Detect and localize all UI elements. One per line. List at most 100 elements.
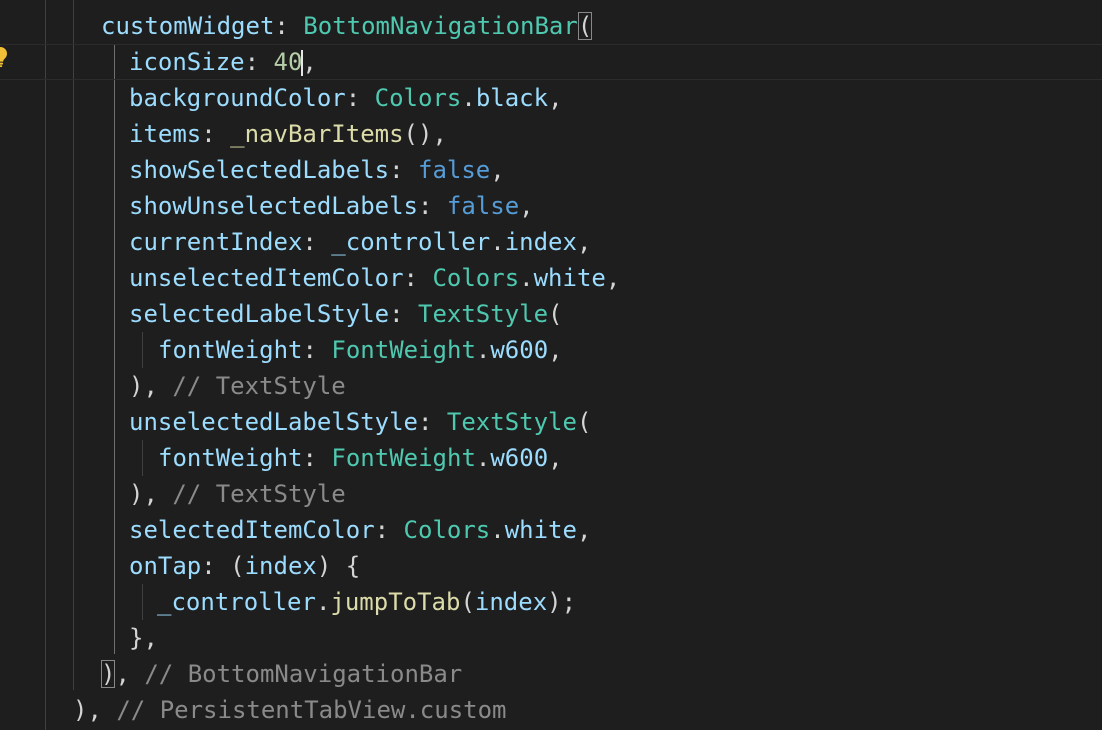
code-token: onTap	[129, 552, 202, 580]
code-text[interactable]: _controller.jumpToTab(index);	[157, 584, 576, 620]
code-token: black	[475, 84, 549, 112]
code-token: Colors	[432, 264, 520, 292]
code-text[interactable]: onTap: (index) {	[129, 548, 360, 584]
code-token: (	[460, 588, 475, 616]
code-line[interactable]: unselectedLabelStyle: TextStyle(	[0, 404, 1102, 440]
code-line-current[interactable]: iconSize: 40,	[0, 44, 1102, 80]
code-token: ) {	[316, 552, 361, 580]
code-text[interactable]: unselectedItemColor: Colors.white,	[129, 260, 620, 296]
code-text[interactable]: },	[129, 620, 158, 656]
code-token: :	[417, 408, 447, 436]
code-token: w600	[490, 336, 549, 364]
code-token: ),	[73, 696, 117, 724]
code-token: FontWeight	[331, 336, 476, 364]
code-line[interactable]: showSelectedLabels: false,	[0, 152, 1102, 188]
code-line[interactable]: ), // TextStyle	[0, 476, 1102, 512]
code-line[interactable]: },	[0, 620, 1102, 656]
code-token: :	[389, 300, 418, 328]
code-editor[interactable]: customWidget: BottomNavigationBar(iconSi…	[0, 0, 1102, 730]
code-token: _navBarItems	[230, 120, 404, 148]
code-text[interactable]: ), // TextStyle	[129, 368, 346, 404]
code-text[interactable]: selectedItemColor: Colors.white,	[129, 512, 591, 548]
code-token: ,	[519, 192, 534, 220]
code-line[interactable]: selectedItemColor: Colors.white,	[0, 512, 1102, 548]
code-line[interactable]: fontWeight: FontWeight.w600,	[0, 440, 1102, 476]
code-token: 40	[273, 48, 303, 76]
code-text[interactable]: ), // TextStyle	[129, 476, 346, 512]
code-line[interactable]: currentIndex: _controller.index,	[0, 224, 1102, 260]
code-token: // TextStyle	[172, 372, 346, 400]
code-token: :	[417, 192, 447, 220]
code-token: :	[302, 336, 332, 364]
code-token: showSelectedLabels	[129, 156, 390, 184]
code-text[interactable]: backgroundColor: Colors.black,	[129, 80, 563, 116]
code-line[interactable]: fontWeight: FontWeight.w600,	[0, 332, 1102, 368]
code-token: // BottomNavigationBar	[144, 660, 463, 688]
code-line[interactable]: customWidget: BottomNavigationBar(	[0, 8, 1102, 44]
code-text[interactable]: unselectedLabelStyle: TextStyle(	[129, 404, 591, 440]
code-token: unselectedLabelStyle	[129, 408, 418, 436]
code-token: false	[418, 156, 491, 184]
code-text[interactable]: currentIndex: _controller.index,	[129, 224, 591, 260]
code-text[interactable]: iconSize: 40,	[129, 44, 317, 80]
code-token: TextStyle	[446, 408, 577, 436]
code-token: _controller	[331, 228, 491, 256]
code-line[interactable]: onTap: (index) {	[0, 548, 1102, 584]
code-token: unselectedItemColor	[129, 264, 404, 292]
code-line[interactable]: ), // TextStyle	[0, 368, 1102, 404]
code-token: false	[446, 192, 520, 220]
code-token: backgroundColor	[129, 84, 346, 112]
code-text[interactable]: ), // BottomNavigationBar	[101, 656, 462, 692]
code-token: ,	[548, 444, 563, 472]
code-line[interactable]: ), // BottomNavigationBar	[0, 656, 1102, 692]
code-token: TextStyle	[418, 300, 549, 328]
code-token: fontWeight	[158, 336, 303, 364]
code-token: BottomNavigationBar	[303, 12, 578, 40]
code-token: white	[504, 516, 577, 544]
code-text[interactable]: customWidget: BottomNavigationBar(	[101, 8, 593, 44]
code-token: ),	[129, 480, 173, 508]
code-token: },	[129, 624, 158, 652]
code-token: .	[490, 516, 505, 544]
code-token: : (	[201, 552, 245, 580]
code-text[interactable]: selectedLabelStyle: TextStyle(	[129, 296, 563, 332]
code-token: .	[519, 264, 534, 292]
code-token: showUnselectedLabels	[129, 192, 418, 220]
code-token: (	[548, 300, 563, 328]
code-token: .	[490, 228, 505, 256]
code-line[interactable]: items: _navBarItems(),	[0, 116, 1102, 152]
code-text[interactable]: fontWeight: FontWeight.w600,	[158, 440, 563, 476]
code-line[interactable]: _controller.jumpToTab(index);	[0, 584, 1102, 620]
code-text[interactable]: ), // PersistentTabView.custom	[73, 692, 507, 728]
code-line[interactable]: showUnselectedLabels: false,	[0, 188, 1102, 224]
code-text[interactable]: showSelectedLabels: false,	[129, 152, 505, 188]
code-token: selectedLabelStyle	[129, 300, 390, 328]
code-line[interactable]: backgroundColor: Colors.black,	[0, 80, 1102, 116]
code-text[interactable]: showUnselectedLabels: false,	[129, 188, 534, 224]
code-token: customWidget	[101, 12, 275, 40]
code-text[interactable]: items: _navBarItems(),	[129, 116, 447, 152]
code-line[interactable]: unselectedItemColor: Colors.white,	[0, 260, 1102, 296]
code-token: :	[403, 264, 433, 292]
code-token: :	[389, 156, 418, 184]
code-token: fontWeight	[158, 444, 303, 472]
code-token: w600	[490, 444, 549, 472]
lightbulb-icon[interactable]	[0, 46, 8, 68]
matched-bracket: (	[577, 12, 593, 40]
code-line[interactable]: ), // PersistentTabView.custom	[0, 692, 1102, 728]
matched-bracket: )	[101, 660, 116, 688]
code-token: jumpToTab	[330, 588, 461, 616]
code-token: :	[201, 120, 231, 148]
code-token: FontWeight	[331, 444, 476, 472]
code-text[interactable]: fontWeight: FontWeight.w600,	[158, 332, 563, 368]
code-token: :	[244, 48, 274, 76]
code-token: ,	[605, 264, 621, 292]
code-token: (	[576, 408, 592, 436]
code-token: index	[474, 588, 548, 616]
code-token: ,	[490, 156, 505, 184]
code-token: _controller	[157, 588, 316, 616]
code-token: selectedItemColor	[129, 516, 375, 544]
code-line[interactable]: selectedLabelStyle: TextStyle(	[0, 296, 1102, 332]
code-token: Colors	[374, 84, 462, 112]
code-token: // PersistentTabView.custom	[116, 696, 507, 724]
